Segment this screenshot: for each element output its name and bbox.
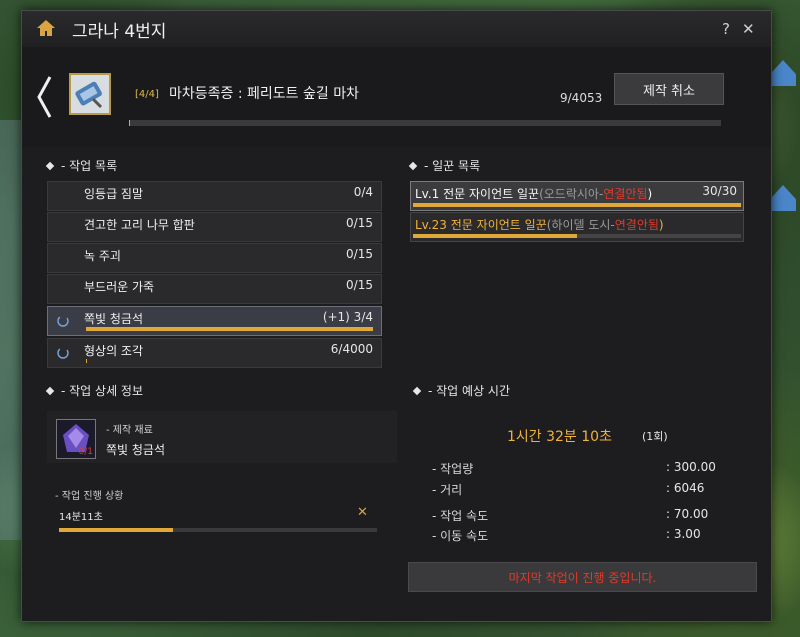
spinner-icon: [57, 347, 69, 359]
repeat-count: (1회): [642, 430, 668, 443]
worker-stamina: 30/30: [702, 184, 737, 198]
worker-stamina-bar: [413, 234, 741, 238]
diamond-bullet-icon: [408, 161, 418, 170]
stat-label: - 이동 속도: [432, 529, 489, 543]
work-progress-label: - 작업 진행 상황: [55, 491, 124, 502]
work-item-name: 녹 주괴: [84, 249, 121, 263]
stat-label: - 작업량: [432, 462, 474, 476]
material-label: - 제작 재료: [106, 425, 153, 436]
back-chevron-icon[interactable]: [34, 75, 56, 119]
diamond-bullet-icon: [45, 161, 55, 170]
work-item-name: 잉등급 짐말: [84, 187, 144, 201]
home-icon: [37, 20, 55, 36]
work-item-count: 6/4000: [330, 342, 373, 356]
stat-value: : 6046: [666, 481, 705, 495]
spinner-icon: [57, 315, 69, 327]
work-progress-bar: [59, 528, 377, 532]
workshop-window: 그라나 4번지 ? ✕ [4/4] 마차등족증 : 페리도트 숲길 마차 9/4…: [21, 10, 772, 622]
work-list-item[interactable]: 견고한 고리 나무 합판 0/15: [47, 212, 382, 242]
work-list-item[interactable]: 녹 주괴 0/15: [47, 243, 382, 273]
close-icon[interactable]: ✕: [742, 20, 755, 38]
work-list-item[interactable]: 부드러운 가죽 0/15: [47, 274, 382, 304]
stat-label: - 거리: [432, 483, 463, 497]
diamond-bullet-icon: [45, 386, 55, 395]
work-item-count: 0/4: [353, 185, 373, 199]
work-item-name: 견고한 고리 나무 합판: [84, 218, 195, 232]
map-house-icon: [770, 185, 796, 211]
cancel-production-button[interactable]: 제작 취소: [614, 73, 724, 105]
worker-row[interactable]: Lv.1 전문 자이언트 일꾼(오드락시아-연결안됨) 30/30: [410, 181, 744, 211]
order-count: [4/4]: [135, 89, 159, 100]
order-progress-bar: [129, 120, 721, 126]
work-item-count: 0/15: [346, 247, 373, 261]
worker-name: Lv.23 전문 자이언트 일꾼(하이델 도시-연결안됨): [415, 218, 664, 232]
stat-value: : 70.00: [666, 507, 709, 521]
work-item-name: 형상의 조각: [84, 344, 144, 358]
work-list-title: - 작업 목록: [45, 157, 117, 174]
estimated-time: 1시간 32분 10초: [507, 429, 612, 445]
worker-row[interactable]: Lv.23 전문 자이언트 일꾼(하이델 도시-연결안됨): [410, 212, 744, 242]
estimate-title: - 작업 예상 시간: [412, 382, 510, 399]
work-list-item[interactable]: 형상의 조각 6/4000: [47, 338, 382, 368]
wagon-icon: [69, 73, 111, 115]
work-item-progress-bar: [86, 202, 373, 206]
help-icon[interactable]: ?: [722, 20, 730, 38]
stat-value: : 3.00: [666, 527, 701, 541]
work-progress-time: 14분11초: [59, 512, 103, 523]
diamond-bullet-icon: [412, 386, 422, 395]
title-bar[interactable]: 그라나 4번지 ? ✕: [22, 11, 771, 48]
worker-list-title: - 일꾼 목록: [408, 157, 480, 174]
worker-stamina-bar: [413, 203, 741, 207]
work-progress-fill: [59, 528, 174, 532]
material-box: 0/1 - 제작 재료 쪽빛 청금석: [47, 411, 397, 463]
work-item-name: 쪽빛 청금석: [84, 312, 144, 326]
stat-label: - 작업 속도: [432, 509, 489, 523]
material-quantity: 0/1: [78, 447, 93, 457]
work-item-progress-bar: [86, 327, 373, 331]
gem-icon[interactable]: 0/1: [56, 419, 96, 459]
order-header: [4/4] 마차등족증 : 페리도트 숲길 마차 9/4053 제작 취소: [22, 47, 771, 147]
status-message: 마지막 작업이 진행 중입니다.: [408, 562, 757, 592]
map-house-icon: [770, 60, 796, 86]
work-item-progress-bar: [86, 359, 373, 363]
close-icon[interactable]: ✕: [357, 505, 368, 520]
work-item-progress-bar: [86, 233, 373, 237]
window-title: 그라나 4번지: [72, 22, 167, 42]
worker-name: Lv.1 전문 자이언트 일꾼(오드락시아-연결안됨): [415, 187, 653, 201]
work-list-item[interactable]: 잉등급 짐말 0/4: [47, 181, 382, 211]
work-item-count: (+1) 3/4: [322, 310, 373, 324]
work-item-count: 0/15: [346, 278, 373, 292]
stat-value: : 300.00: [666, 460, 716, 474]
work-item-progress-bar: [86, 295, 373, 299]
order-name: 마차등족증 : 페리도트 숲길 마차: [169, 86, 359, 102]
order-progress-fill: [129, 120, 131, 126]
work-item-name: 부드러운 가죽: [84, 280, 155, 294]
order-progress-count: 9/4053: [560, 91, 603, 105]
work-list-item[interactable]: 쪽빛 청금석 (+1) 3/4: [47, 306, 382, 336]
material-name: 쪽빛 청금석: [106, 443, 166, 457]
work-item-count: 0/15: [346, 216, 373, 230]
work-detail-title: - 작업 상세 정보: [45, 382, 143, 399]
work-item-progress-bar: [86, 264, 373, 268]
